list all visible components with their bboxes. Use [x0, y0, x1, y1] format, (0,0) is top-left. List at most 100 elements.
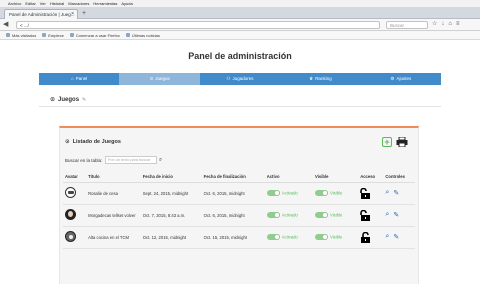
- start-date: Sept. 24, 2015, midnight: [140, 182, 202, 205]
- avatar: [65, 231, 76, 242]
- access-cell: [358, 226, 384, 249]
- active-toggle[interactable]: [266, 190, 280, 196]
- menu-item[interactable]: Ver: [40, 0, 46, 7]
- print-icon[interactable]: [396, 137, 408, 147]
- visible-cell: Visible: [313, 204, 359, 227]
- view-icon[interactable]: ⌕: [385, 189, 389, 197]
- active-cell: Activado: [264, 204, 314, 227]
- nav-item-juegos[interactable]: ⊙ Juegos: [119, 73, 200, 85]
- unlock-icon[interactable]: [360, 209, 371, 221]
- bookmark-item[interactable]: Comenzar a usar Firefox: [69, 31, 120, 39]
- browser-search-input[interactable]: Buscar: [386, 21, 428, 29]
- lock-icon[interactable]: [360, 231, 371, 243]
- menu-item[interactable]: Ayuda: [121, 0, 132, 7]
- users-icon: ⚇: [226, 76, 231, 81]
- table-row: Alta cocina en el TCM Oct. 12, 2015, midn…: [63, 226, 415, 249]
- view-icon[interactable]: ⌕: [385, 211, 389, 219]
- visible-toggle[interactable]: [315, 212, 329, 218]
- visible-toggle[interactable]: [315, 234, 329, 240]
- visible-label: Visible: [330, 212, 343, 218]
- bookmark-icon: [125, 33, 130, 37]
- column-header: Acceso: [358, 172, 384, 183]
- controls: ⌕ ✎: [385, 211, 399, 219]
- bookmark-item[interactable]: Últimas noticias: [125, 31, 160, 39]
- tab-title: Panel de Administración | Jueg...: [9, 12, 75, 17]
- game-title[interactable]: Rosalie de cesa: [86, 182, 141, 205]
- menu-item[interactable]: Marcadores: [68, 0, 89, 7]
- downloads-icon[interactable]: ↓: [441, 20, 444, 29]
- access-cell: [358, 204, 384, 227]
- table-header-row: Avatar Título Fecha de inicio Fecha de fina…: [63, 172, 415, 183]
- bookmark-label: Más visitados: [12, 32, 37, 38]
- bookmark-item[interactable]: Más visitados: [6, 31, 36, 39]
- browser-menubar: Archivo Editar Ver Historial Marcadores Herra…: [0, 0, 480, 7]
- bookmark-icon: [69, 33, 74, 37]
- active-label: Activado: [281, 212, 298, 218]
- game-title[interactable]: Alta cocina en el TCM: [86, 226, 141, 249]
- back-icon[interactable]: ◀: [3, 20, 8, 29]
- table-row: Rosalie de cesa Sept. 24, 2015, midnight O…: [63, 182, 415, 205]
- controls-cell: ⌕ ✎: [383, 226, 415, 249]
- column-header: Visible: [313, 172, 359, 183]
- end-date: Oct. 6, 2015, midnight: [201, 182, 265, 205]
- home-icon: ⌂: [71, 76, 74, 81]
- panel-title-text: Listado de Juegos: [72, 139, 121, 145]
- menu-item[interactable]: Herramientas: [93, 0, 117, 7]
- column-header: Título: [86, 172, 141, 183]
- edit-icon[interactable]: ✎: [393, 211, 399, 219]
- column-header: Avatar: [63, 172, 87, 183]
- active-toggle[interactable]: [266, 234, 280, 240]
- avatar-cell: [63, 204, 87, 227]
- new-tab-icon[interactable]: +: [82, 10, 86, 18]
- unlock-icon[interactable]: [360, 187, 371, 199]
- search-icon[interactable]: ⌕: [159, 156, 162, 164]
- menu-item[interactable]: Editar: [25, 0, 35, 7]
- browser-tabbar: Panel de Administración | Jueg... × +: [0, 7, 480, 19]
- edit-icon[interactable]: ✎: [393, 233, 399, 241]
- bookmark-item[interactable]: Empiece: [42, 31, 64, 39]
- divider: [39, 106, 441, 107]
- bookmark-icon: [6, 33, 10, 37]
- controls: ⌕ ✎: [385, 189, 399, 197]
- pencil-icon[interactable]: ✎: [82, 97, 86, 103]
- nav-item-panel[interactable]: ⌂ Panel: [39, 73, 119, 85]
- close-tab-icon[interactable]: ×: [71, 10, 74, 19]
- active-toggle[interactable]: [266, 212, 280, 218]
- bookmark-star-icon[interactable]: ☆: [432, 20, 437, 29]
- edit-icon[interactable]: ✎: [393, 189, 399, 197]
- active-label: Activado: [281, 190, 298, 196]
- table-search-input[interactable]: Pon un texto para buscar: [105, 156, 157, 164]
- menu-item[interactable]: Historial: [50, 0, 64, 7]
- nav-item-label: Ajustes: [396, 76, 412, 81]
- active-label: Activado: [281, 234, 298, 240]
- gamepad-icon: ⊙: [65, 139, 70, 145]
- browser-tab[interactable]: Panel de Administración | Jueg... ×: [4, 9, 78, 19]
- visible-toggle[interactable]: [315, 190, 329, 196]
- bookmark-icon: [42, 33, 47, 37]
- nav-item-ranking[interactable]: ♛ Ranking: [280, 73, 360, 85]
- nav-item-label: Panel: [75, 76, 88, 81]
- nav-item-jugadores[interactable]: ⚇ Jugadores: [200, 73, 280, 85]
- controls: ⌕ ✎: [385, 233, 399, 241]
- games-table: Avatar Título Fecha de inicio Fecha de fina…: [63, 172, 415, 249]
- main-nav: ⌂ Panel ⊙ Juegos ⚇ Jugadores ♛ Ranking ⚙ Ajustes: [39, 73, 441, 85]
- visible-label: Visible: [330, 234, 343, 240]
- menu-item[interactable]: Archivo: [8, 0, 21, 7]
- panel-title: ⊙ Listado de Juegos: [65, 139, 121, 145]
- trophy-icon: ♛: [309, 76, 314, 81]
- menu-icon[interactable]: ≡: [456, 20, 460, 29]
- access-cell: [358, 182, 384, 205]
- view-icon[interactable]: ⌕: [385, 233, 389, 241]
- bookmark-label: Comenzar a usar Firefox: [75, 32, 120, 38]
- nav-item-label: Jugadores: [232, 76, 254, 81]
- start-date: Oct. 7, 2015, 8:43 a.m.: [140, 204, 202, 227]
- home-browser-icon[interactable]: ⌂: [448, 20, 452, 29]
- add-game-button[interactable]: +: [382, 137, 392, 147]
- active-cell: Activado: [264, 226, 314, 249]
- url-input[interactable]: < .../: [16, 21, 380, 29]
- page-content: Panel de administración ⌂ Panel ⊙ Juegos ⚇ Ju…: [0, 40, 480, 284]
- column-header: Controles: [383, 172, 415, 183]
- end-date: Oct. 15, 2015, midnight: [201, 226, 265, 249]
- game-title[interactable]: Morgadecas tellset volver: [86, 204, 141, 227]
- nav-item-ajustes[interactable]: ⚙ Ajustes: [361, 73, 441, 85]
